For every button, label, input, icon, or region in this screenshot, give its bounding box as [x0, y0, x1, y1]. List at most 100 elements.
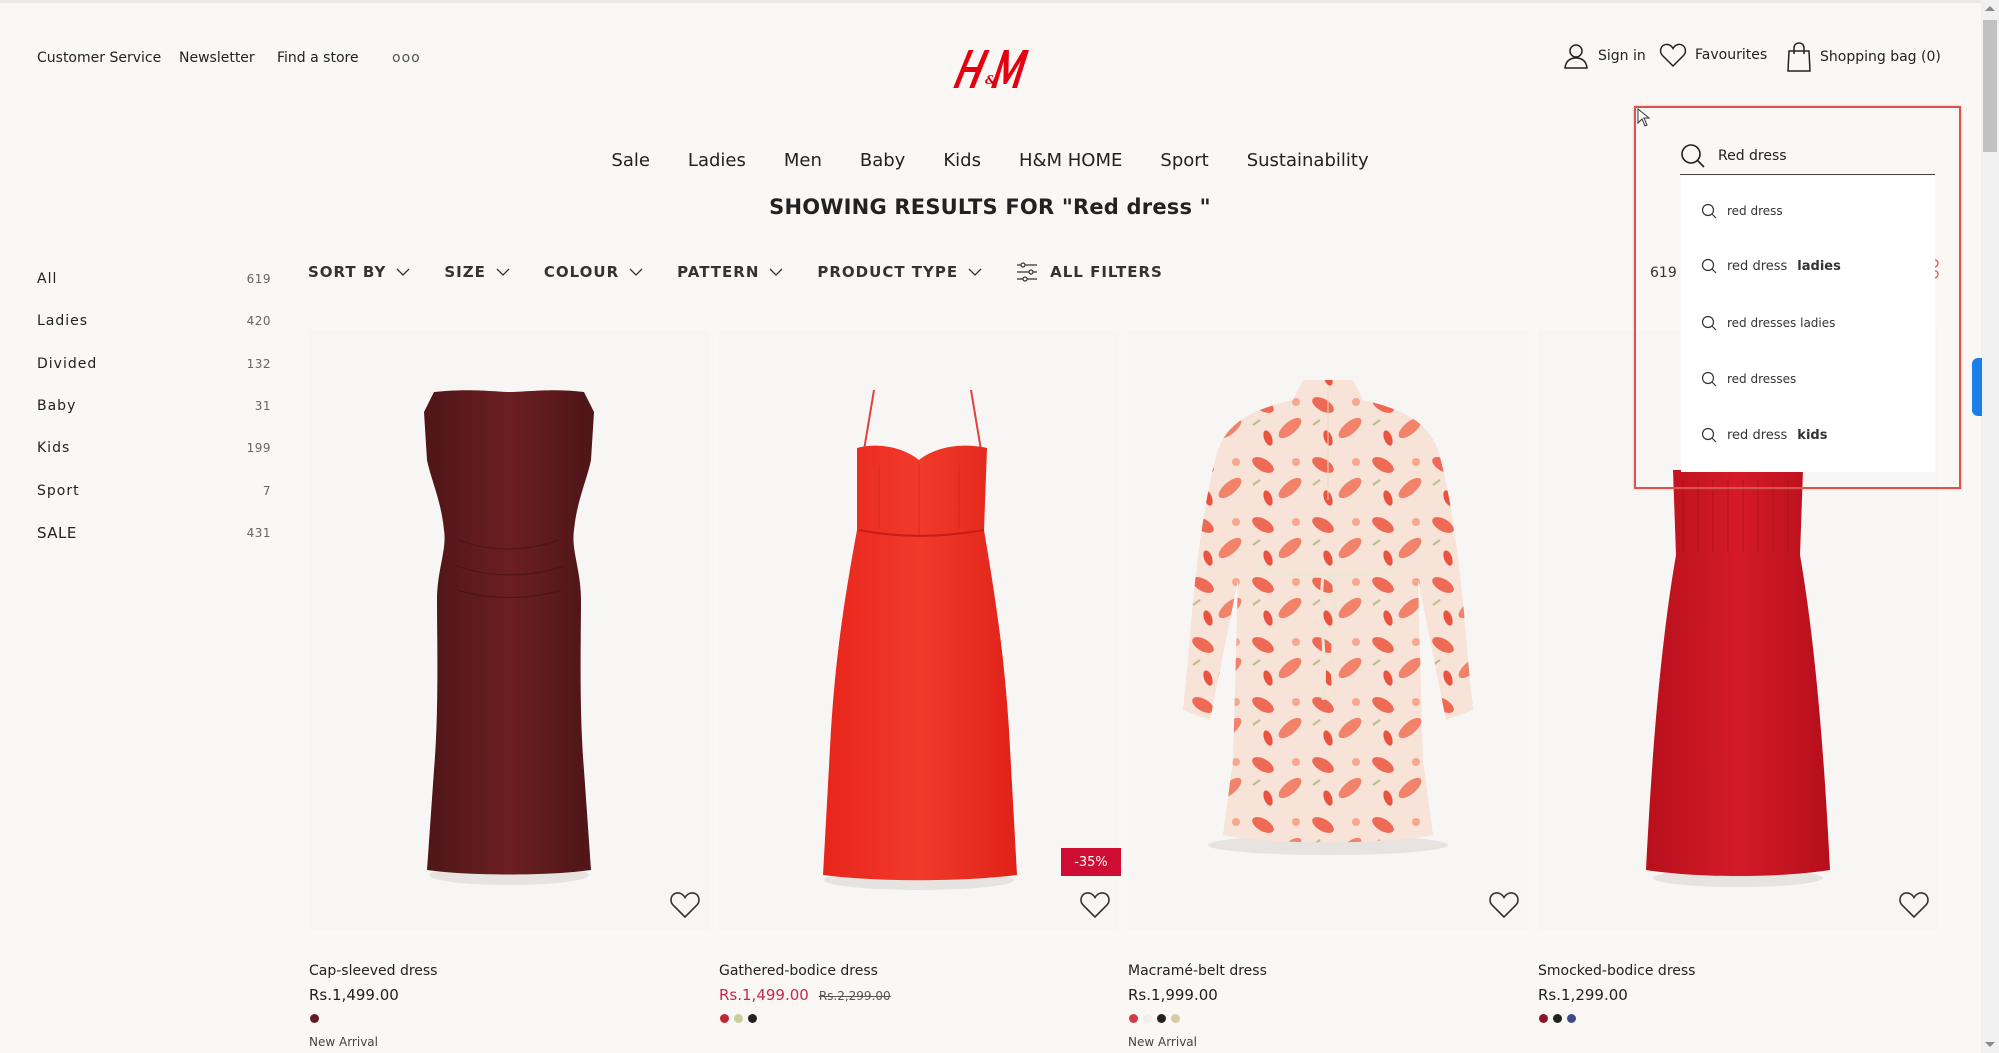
all-filters-button[interactable]: ALL FILTERS — [1016, 260, 1163, 284]
sidebar-item-sport[interactable]: Sport 7 — [37, 469, 271, 511]
colour-swatch[interactable] — [1157, 1014, 1166, 1023]
favourite-heart-icon[interactable] — [669, 890, 701, 920]
colour-swatch[interactable] — [1171, 1014, 1180, 1023]
colour-swatches — [1539, 1014, 1576, 1023]
product-card[interactable]: -35% Gathered-bodice dress Rs.1,499.00 R… — [719, 330, 1121, 1053]
mouse-cursor-icon — [1637, 108, 1651, 127]
favourites-link[interactable]: Favourites — [1659, 42, 1767, 68]
category-count: 420 — [246, 314, 271, 329]
nav-kids[interactable]: Kids — [943, 150, 981, 171]
nav-men[interactable]: Men — [784, 150, 822, 171]
colour-swatch[interactable] — [734, 1014, 743, 1023]
product-name[interactable]: Macramé-belt dress — [1128, 963, 1267, 979]
product-sale-price: Rs.1,499.00 — [719, 986, 809, 1004]
scroll-down-arrow-icon[interactable] — [1985, 1042, 1995, 1047]
colour-swatches — [720, 1014, 757, 1023]
filter-label: SIZE — [444, 263, 486, 281]
shopping-bag-icon — [1787, 42, 1811, 72]
cap-sleeved-dress-image — [424, 390, 594, 885]
chevron-down-icon — [769, 268, 783, 276]
macrame-belt-dress-image — [1183, 380, 1473, 855]
product-price: Rs.1,299.00 — [1538, 986, 1628, 1004]
nav-sale[interactable]: Sale — [611, 150, 650, 171]
sidebar-item-sale[interactable]: SALE 431 — [37, 512, 271, 554]
colour-dropdown[interactable]: COLOUR — [544, 260, 643, 284]
sidebar-item-divided[interactable]: Divided 132 — [37, 343, 271, 385]
nav-sport[interactable]: Sport — [1160, 150, 1208, 171]
filter-label: PATTERN — [677, 263, 760, 281]
sort-by-dropdown[interactable]: SORT BY — [308, 260, 410, 284]
hm-logo[interactable]: & — [952, 40, 1032, 100]
sign-in-link[interactable]: Sign in — [1562, 42, 1646, 70]
colour-swatch[interactable] — [1129, 1014, 1138, 1023]
category-label: Kids — [37, 440, 71, 457]
favourites-label: Favourites — [1695, 47, 1768, 63]
category-label: Baby — [37, 398, 77, 415]
chevron-down-icon — [496, 268, 510, 276]
sidebar-item-ladies[interactable]: Ladies 420 — [37, 300, 271, 342]
product-prices: Rs.1,499.00 — [309, 986, 399, 1004]
category-label: Sport — [37, 482, 80, 499]
product-image[interactable] — [1128, 330, 1528, 930]
product-image[interactable] — [309, 330, 709, 930]
category-label: Divided — [37, 355, 98, 372]
chevron-down-icon — [396, 268, 410, 276]
sign-in-label: Sign in — [1598, 48, 1646, 64]
all-filters-label: ALL FILTERS — [1050, 263, 1163, 281]
product-card[interactable]: Macramé-belt dress Rs.1,999.00 New Arriv… — [1128, 330, 1528, 1053]
nav-hm-home[interactable]: H&M HOME — [1019, 150, 1122, 171]
customer-service-link[interactable]: Customer Service — [37, 50, 161, 66]
hm-logo-icon: & — [953, 50, 1029, 88]
nav-ladies[interactable]: Ladies — [688, 150, 746, 171]
product-prices: Rs.1,299.00 — [1538, 986, 1628, 1004]
scroll-up-arrow-icon[interactable] — [1985, 6, 1995, 11]
category-label: Ladies — [37, 313, 89, 330]
sidebar-item-kids[interactable]: Kids 199 — [37, 427, 271, 469]
scrollbar-thumb[interactable] — [1983, 20, 1997, 152]
discount-badge: -35% — [1061, 848, 1121, 876]
product-name[interactable]: Cap-sleeved dress — [309, 963, 437, 979]
filter-bar: SORT BY SIZE COLOUR PATTERN PRODUCT TYPE… — [308, 260, 1197, 284]
colour-swatch[interactable] — [1539, 1014, 1548, 1023]
category-count: 431 — [246, 525, 271, 540]
colour-swatch[interactable] — [1553, 1014, 1562, 1023]
colour-swatch[interactable] — [720, 1014, 729, 1023]
newsletter-link[interactable]: Newsletter — [179, 50, 255, 66]
user-icon — [1564, 44, 1588, 69]
size-dropdown[interactable]: SIZE — [444, 260, 510, 284]
sliders-icon — [1017, 262, 1038, 282]
heart-icon — [1659, 43, 1687, 68]
category-label: All — [37, 271, 58, 288]
category-count: 199 — [246, 441, 271, 456]
side-panel-handle[interactable] — [1972, 358, 1982, 416]
filter-label: SORT BY — [308, 263, 387, 281]
pattern-dropdown[interactable]: PATTERN — [677, 260, 783, 284]
product-type-dropdown[interactable]: PRODUCT TYPE — [817, 260, 982, 284]
favourite-heart-icon[interactable] — [1079, 890, 1111, 920]
sidebar-item-all[interactable]: All 619 — [37, 258, 271, 300]
shopping-bag-label: Shopping bag (0) — [1820, 49, 1941, 65]
top-border — [0, 0, 1999, 3]
colour-swatch[interactable] — [1567, 1014, 1576, 1023]
more-menu-button[interactable]: ooo — [392, 50, 421, 66]
find-a-store-link[interactable]: Find a store — [277, 50, 359, 66]
colour-swatch[interactable] — [310, 1014, 319, 1023]
nav-baby[interactable]: Baby — [860, 150, 905, 171]
highlight-annotation-box — [1634, 106, 1961, 489]
product-name[interactable]: Gathered-bodice dress — [719, 963, 878, 979]
favourite-heart-icon[interactable] — [1898, 890, 1930, 920]
filter-label: COLOUR — [543, 263, 620, 281]
product-original-price: Rs.2,299.00 — [818, 989, 891, 1003]
product-image[interactable] — [719, 330, 1119, 930]
sidebar-item-baby[interactable]: Baby 31 — [37, 385, 271, 427]
colour-swatch[interactable] — [748, 1014, 757, 1023]
nav-sustainability[interactable]: Sustainability — [1247, 150, 1369, 171]
product-card[interactable]: Cap-sleeved dress Rs.1,499.00 New Arriva… — [309, 330, 709, 1053]
favourite-heart-icon[interactable] — [1488, 890, 1520, 920]
product-prices: Rs.1,499.00 Rs.2,299.00 — [719, 986, 891, 1004]
product-name[interactable]: Smocked-bodice dress — [1538, 963, 1695, 979]
colour-swatch[interactable] — [1143, 1014, 1152, 1023]
category-sidebar: All 619 Ladies 420 Divided 132 Baby 31 K… — [37, 258, 271, 554]
shopping-bag-link[interactable]: Shopping bag (0) — [1786, 42, 1941, 72]
page-scrollbar[interactable] — [1981, 0, 1999, 1053]
